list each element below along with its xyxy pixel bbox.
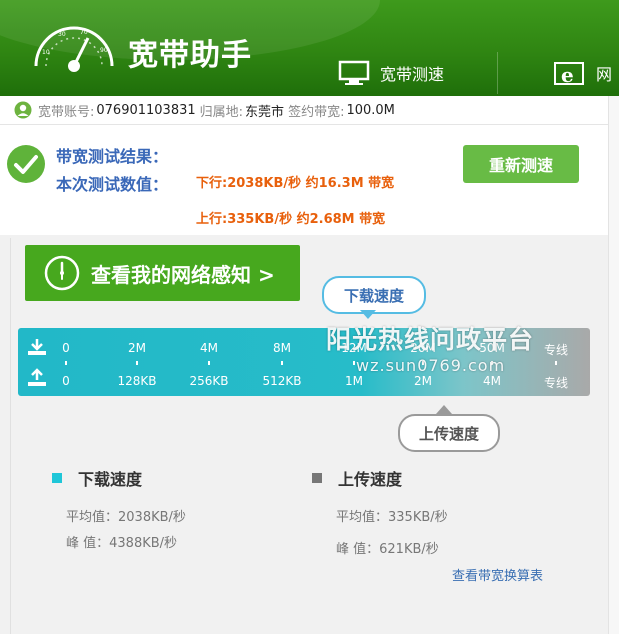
upload-legend-swatch bbox=[312, 473, 322, 483]
download-peak: 峰 值：4388KB/秒 bbox=[66, 536, 178, 551]
upload-average: 平均值：335KB/秒 bbox=[336, 510, 448, 525]
user-icon bbox=[14, 101, 32, 119]
scale-tick-mark bbox=[65, 361, 67, 365]
bandwidth-conversion-link[interactable]: 查看带宽换算表 bbox=[452, 565, 543, 584]
contract-bandwidth-value: 100.0M bbox=[346, 102, 395, 118]
monitor-icon bbox=[338, 60, 370, 85]
ie-browser-icon: e bbox=[554, 62, 584, 86]
upload-legend: 上传速度 bbox=[312, 466, 402, 490]
upload-pointer-tail bbox=[436, 405, 452, 414]
tab-divider bbox=[497, 52, 498, 94]
upload-peak: 峰 值：621KB/秒 bbox=[336, 542, 439, 557]
network-perception-button[interactable]: 查看我的网络感知 > bbox=[25, 245, 300, 301]
upload-tick-label: 256KB bbox=[189, 374, 229, 388]
tab-speed-test-label: 宽带测速 bbox=[380, 65, 445, 84]
svg-text:30: 30 bbox=[58, 31, 66, 38]
clock-icon bbox=[44, 255, 80, 291]
upload-result: 上行:335KB/秒 约2.68M 带宽 bbox=[196, 212, 386, 227]
speedometer-icon: 10 30 70 90 bbox=[34, 26, 114, 72]
watermark-title: 阳光热线问政平台 bbox=[326, 325, 535, 354]
svg-text:10: 10 bbox=[42, 49, 50, 56]
upload-legend-title: 上传速度 bbox=[338, 470, 403, 489]
scale-tick-mark bbox=[208, 361, 210, 365]
scale-tick-mark bbox=[136, 361, 138, 365]
test-value-label: 本次测试数值： bbox=[56, 175, 169, 194]
account-info-bar: 宽带账号: 076901103831 归属地: 东莞市 签约带宽: 100.0M bbox=[0, 96, 608, 125]
download-tick-label: 8M bbox=[273, 341, 291, 355]
retest-button[interactable]: 重新测速 bbox=[463, 145, 579, 183]
download-tick-label: 2M bbox=[128, 341, 146, 355]
upload-speed-pointer: 上传速度 bbox=[398, 414, 500, 452]
scale-tick-mark bbox=[555, 361, 557, 365]
contract-bandwidth-label: 签约带宽: bbox=[288, 104, 345, 120]
location-label: 归属地: bbox=[199, 104, 244, 120]
download-pointer-tail bbox=[360, 310, 376, 319]
location-value: 东莞市 bbox=[245, 104, 285, 120]
svg-text:90: 90 bbox=[100, 47, 108, 54]
upload-tick-label: 0 bbox=[62, 374, 70, 388]
download-legend: 下载速度 bbox=[52, 466, 142, 490]
watermark-url: wz.sun0769.com bbox=[356, 356, 506, 375]
download-icon bbox=[28, 339, 46, 355]
download-tick-label: 专线 bbox=[543, 343, 569, 357]
account-label: 宽带账号: bbox=[38, 104, 95, 120]
download-speed-pointer: 下载速度 bbox=[322, 276, 426, 314]
svg-text:e: e bbox=[561, 63, 574, 86]
tab-speed-test[interactable]: 宽带测速 bbox=[338, 58, 444, 88]
upload-tick-label: 4M bbox=[483, 374, 501, 388]
app-header: 10 30 70 90 宽带助手 宽带测速 e 网 bbox=[0, 0, 619, 96]
upload-tick-label: 128KB bbox=[117, 374, 157, 388]
tab-network[interactable]: e 网 bbox=[554, 58, 612, 88]
download-tick-label: 0 bbox=[62, 341, 70, 355]
upload-tick-label: 1M bbox=[345, 374, 363, 388]
upload-tick-label: 2M bbox=[414, 374, 432, 388]
network-perception-label: 查看我的网络感知 > bbox=[91, 262, 275, 287]
upload-icon bbox=[28, 368, 46, 386]
upload-tick-label: 512KB bbox=[262, 374, 302, 388]
scale-tick-mark bbox=[353, 361, 355, 365]
download-legend-title: 下载速度 bbox=[78, 470, 143, 489]
upload-tick-label: 专线 bbox=[543, 376, 569, 390]
result-label: 带宽测试结果： bbox=[56, 147, 169, 166]
download-legend-swatch bbox=[52, 473, 62, 483]
checkmark-icon bbox=[7, 145, 45, 183]
app-title: 宽带助手 bbox=[128, 38, 252, 73]
panel-edge bbox=[10, 238, 11, 634]
scrollbar[interactable] bbox=[608, 96, 619, 634]
tab-network-label: 网 bbox=[596, 65, 613, 84]
download-tick-label: 4M bbox=[200, 341, 218, 355]
download-result: 下行:2038KB/秒 约16.3M 带宽 bbox=[196, 176, 395, 191]
scale-tick-mark bbox=[281, 361, 283, 365]
download-average: 平均值：2038KB/秒 bbox=[66, 510, 186, 525]
svg-text:70: 70 bbox=[80, 29, 88, 36]
account-value: 076901103831 bbox=[96, 102, 196, 118]
